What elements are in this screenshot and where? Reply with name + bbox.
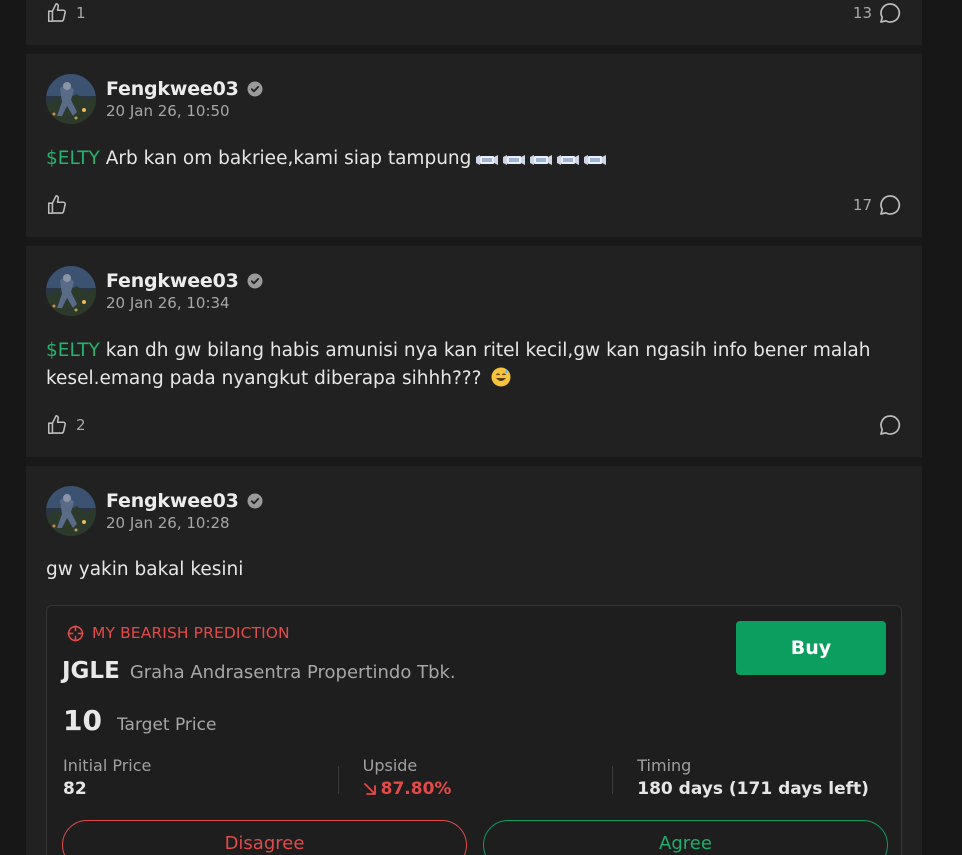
- comment-icon: [878, 413, 902, 437]
- like-button[interactable]: 1: [46, 2, 86, 24]
- verified-icon: [247, 273, 263, 289]
- stat-timing: Timing 180 days (171 days left): [612, 756, 887, 799]
- agree-button[interactable]: Agree: [483, 820, 888, 855]
- avatar[interactable]: [46, 74, 96, 124]
- avatar-image: [46, 486, 96, 536]
- stat-label: Upside: [362, 756, 418, 775]
- target-price: 10 Target Price: [63, 704, 216, 737]
- username[interactable]: Fengkwee03: [106, 270, 239, 292]
- stat-value: 87.80%: [363, 779, 613, 799]
- upside-value: 87.80%: [380, 779, 452, 799]
- post-actions: 2: [46, 412, 902, 438]
- post-text: $ELTY kan dh gw bilang habis amunisi nya…: [46, 337, 896, 393]
- prediction-stats: Initial Price 82 Upside 87.80% Timing 18…: [63, 756, 887, 799]
- thumbs-up-icon: [46, 414, 68, 436]
- post-header: Fengkwee03 20 Jan 26, 10:50: [46, 74, 263, 124]
- comment-button[interactable]: 17: [853, 193, 902, 217]
- post-card: 1 13: [26, 0, 922, 45]
- post-actions: 1 13: [46, 0, 902, 26]
- comment-button[interactable]: 13: [853, 1, 902, 25]
- stat-label: Initial Price: [63, 756, 152, 775]
- like-button[interactable]: 2: [46, 414, 86, 436]
- ticker-link[interactable]: $ELTY: [46, 148, 100, 169]
- comment-button[interactable]: [872, 413, 902, 437]
- thumbs-up-icon: [46, 2, 68, 24]
- feed: 1 13 Fengkwee03 20 Jan 26, 10:50 $ELTY A…: [26, 0, 922, 855]
- money-wings-emoji: [503, 154, 525, 166]
- disagree-button[interactable]: Disagree: [62, 820, 467, 855]
- money-wings-emoji: [557, 154, 579, 166]
- comment-icon: [878, 1, 902, 25]
- like-button[interactable]: [46, 194, 76, 216]
- buy-button[interactable]: Buy: [736, 621, 886, 675]
- post-card: Fengkwee03 20 Jan 26, 10:50 $ELTY Arb ka…: [26, 54, 922, 237]
- post-header: Fengkwee03 20 Jan 26, 10:34: [46, 266, 263, 316]
- post-time: 20 Jan 26, 10:34: [106, 294, 230, 312]
- stat-value: 180 days (171 days left): [637, 779, 869, 799]
- avatar-image: [46, 74, 96, 124]
- vote-row: Disagree Agree: [62, 820, 888, 855]
- post-content: kan dh gw bilang habis amunisi nya kan r…: [46, 340, 871, 389]
- avatar[interactable]: [46, 266, 96, 316]
- stat-initial-price: Initial Price 82: [63, 756, 338, 799]
- post-content: Arb kan om bakriee,kami siap tampung: [99, 148, 472, 169]
- ticker-link[interactable]: $ELTY: [46, 340, 100, 361]
- post-time: 20 Jan 26, 10:50: [106, 102, 230, 120]
- stock-code: JGLE: [62, 658, 120, 684]
- comment-count: 17: [852, 196, 872, 214]
- avatar[interactable]: [46, 486, 96, 536]
- stat-value: 82: [63, 779, 87, 799]
- avatar-image: [46, 266, 96, 316]
- like-count: 1: [76, 4, 86, 22]
- target-price-label: Target Price: [116, 715, 217, 735]
- username[interactable]: Fengkwee03: [106, 78, 239, 100]
- target-icon: [67, 625, 84, 641]
- post-time: 20 Jan 26, 10:28: [106, 514, 230, 532]
- target-price-value: 10: [63, 704, 102, 737]
- prediction-tag-label: MY BEARISH PREDICTION: [92, 624, 290, 642]
- post-text: $ELTY Arb kan om bakriee,kami siap tampu…: [46, 145, 896, 173]
- post-card: Fengkwee03 20 Jan 26, 10:34 $ELTY kan dh…: [26, 246, 922, 457]
- like-count: 2: [76, 416, 86, 434]
- money-wings-emoji: [584, 154, 606, 166]
- post-actions: 17: [46, 192, 902, 218]
- comment-icon: [878, 193, 902, 217]
- arrow-down-right-icon: [363, 783, 376, 795]
- sweat-smile-emoji: [491, 367, 511, 387]
- stat-upside: Upside 87.80%: [337, 756, 613, 799]
- comment-count: 13: [852, 4, 872, 22]
- money-wings-emoji: [530, 154, 552, 166]
- thumbs-up-icon: [46, 194, 68, 216]
- prediction-tag: MY BEARISH PREDICTION: [67, 624, 290, 642]
- username[interactable]: Fengkwee03: [106, 490, 239, 512]
- post-text: gw yakin bakal kesini: [46, 559, 244, 580]
- money-wings-emoji: [476, 154, 498, 166]
- stock-name: Graha Andrasentra Propertindo Tbk.: [129, 662, 456, 683]
- post-header: Fengkwee03 20 Jan 26, 10:28: [46, 486, 263, 536]
- prediction-card[interactable]: MY BEARISH PREDICTION Buy JGLE Graha And…: [46, 605, 902, 855]
- stat-label: Timing: [637, 756, 692, 775]
- verified-icon: [247, 81, 263, 97]
- verified-icon: [247, 493, 263, 509]
- stock-info[interactable]: JGLE Graha Andrasentra Propertindo Tbk.: [62, 658, 456, 684]
